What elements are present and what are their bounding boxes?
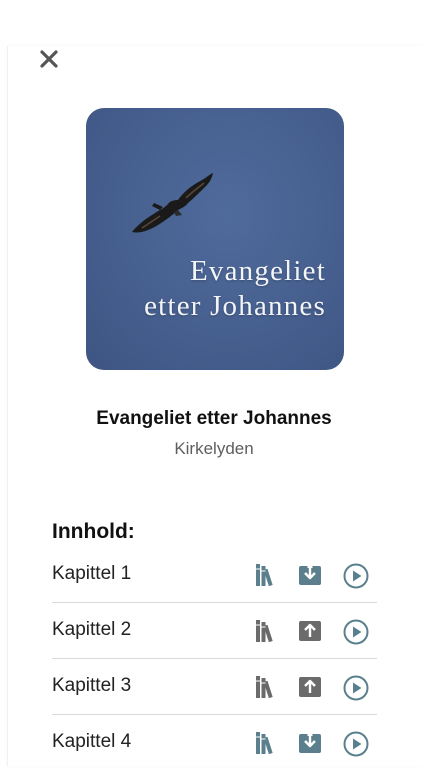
library-books-icon[interactable] — [254, 729, 282, 757]
cover-title-line-2: etter Johannes — [144, 290, 326, 322]
book-title: Evangeliet etter Johannes — [96, 408, 332, 429]
chapter-row[interactable]: Kapittel 2 — [52, 603, 377, 659]
cover-title: Evangeliet etter Johannes — [144, 254, 326, 324]
contents-heading: Innhold: — [52, 520, 135, 543]
chapter-row[interactable]: Kapittel 4 — [52, 715, 377, 770]
chapter-row[interactable]: Kapittel 1 — [52, 547, 377, 603]
upload-icon[interactable] — [296, 616, 324, 644]
eagle-illustration — [132, 173, 213, 233]
cover-art: Evangeliet etter Johannes — [86, 108, 344, 370]
library-books-icon[interactable] — [254, 673, 282, 701]
book-author: Kirkelyden — [174, 439, 254, 458]
download-icon[interactable] — [296, 728, 324, 756]
library-books-icon[interactable] — [254, 617, 282, 645]
upload-icon[interactable] — [296, 672, 324, 700]
close-button[interactable] — [36, 46, 62, 72]
chapter-label: Kapittel 2 — [52, 619, 132, 640]
chapter-list: Kapittel 1 Kapittel 2 Kapittel 3 Kapitte… — [52, 547, 377, 770]
play-circle-icon[interactable] — [342, 618, 370, 646]
play-circle-icon[interactable] — [342, 562, 370, 590]
play-circle-icon[interactable] — [342, 730, 370, 758]
play-circle-icon[interactable] — [342, 674, 370, 702]
cover-title-line-1: Evangeliet — [189, 255, 326, 287]
download-icon[interactable] — [296, 560, 324, 588]
close-icon — [40, 50, 58, 68]
chapter-label: Kapittel 1 — [52, 563, 132, 584]
chapter-label: Kapittel 3 — [52, 675, 132, 696]
library-books-icon[interactable] — [254, 561, 282, 589]
chapter-row[interactable]: Kapittel 3 — [52, 659, 377, 715]
